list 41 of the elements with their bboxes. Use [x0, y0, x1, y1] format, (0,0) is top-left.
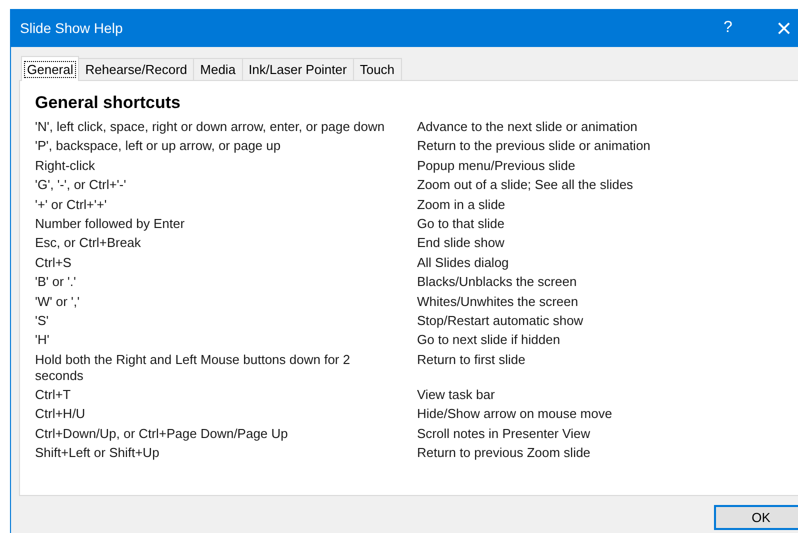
window-title: Slide Show Help — [20, 20, 124, 36]
shortcut-action: Whites/Unwhites the screen — [417, 294, 580, 310]
shortcut-keys: 'G', '-', or Ctrl+'-' — [35, 177, 417, 194]
shortcut-action: Blacks/Unblacks the screen — [417, 274, 578, 290]
shortcut-keys: Number followed by Enter — [35, 216, 417, 232]
section-heading: General shortcuts — [35, 93, 182, 113]
close-button[interactable]: × — [771, 15, 797, 41]
shortcut-action: Zoom out of a slide; See all the slides — [417, 177, 634, 194]
shortcut-keys: Ctrl+Down/Up, or Ctrl+Page Down/Page Up — [35, 426, 417, 442]
shortcut-keys: Ctrl+S — [35, 254, 417, 271]
ok-button[interactable]: OK — [714, 505, 798, 530]
shortcut-action: Return to the previous slide or animation — [417, 138, 652, 154]
tab[interactable]: Touch — [352, 58, 402, 80]
shortcut-keys: 'N', left click, space, right or down arrow, enter, or page down — [35, 119, 417, 135]
shortcut-action: Scroll notes in Presenter View — [417, 426, 592, 442]
shortcut-action: Hide/Show arrow on mouse move — [417, 406, 614, 422]
shortcut-keys: Ctrl+H/U — [35, 406, 417, 422]
tab[interactable]: General — [21, 56, 80, 81]
shortcut-keys: 'B' or '.' — [35, 274, 417, 290]
shortcut-keys: 'S' — [35, 312, 417, 329]
shortcut-keys: Right-click — [35, 158, 417, 174]
shortcut-keys: Shift+Left or Shift+Up — [35, 445, 417, 462]
shortcut-action: View task bar — [417, 387, 496, 404]
shortcut-action: Go to that slide — [417, 216, 506, 232]
shortcut-action: Stop/Restart automatic show — [417, 312, 584, 329]
shortcut-action: Return to previous Zoom slide — [417, 445, 592, 462]
shortcut-keys: '+' or Ctrl+'+' — [35, 196, 417, 213]
shortcut-keys: 'W' or ',' — [35, 294, 417, 310]
shortcut-action: Advance to the next slide or animation — [417, 119, 638, 135]
shortcut-action: End slide show — [417, 235, 506, 252]
shortcut-keys: 'H' — [35, 332, 417, 348]
help-button[interactable]: ? — [718, 19, 738, 37]
shortcut-keys: 'P', backspace, left or up arrow, or page up — [35, 138, 417, 154]
shortcut-action: Popup menu/Previous slide — [417, 158, 576, 174]
shortcut-keys: Esc, or Ctrl+Break — [35, 235, 417, 252]
shortcut-action: Go to next slide if hidden — [417, 332, 562, 348]
shortcut-action: All Slides dialog — [417, 254, 510, 271]
shortcut-action: Zoom in a slide — [417, 196, 506, 213]
shortcut-action: Return to first slide — [417, 352, 526, 369]
shortcut-keys: Hold both the Right and Left Mouse buttons down for 2 seconds — [35, 352, 417, 384]
shortcut-keys: Ctrl+T — [35, 387, 417, 404]
